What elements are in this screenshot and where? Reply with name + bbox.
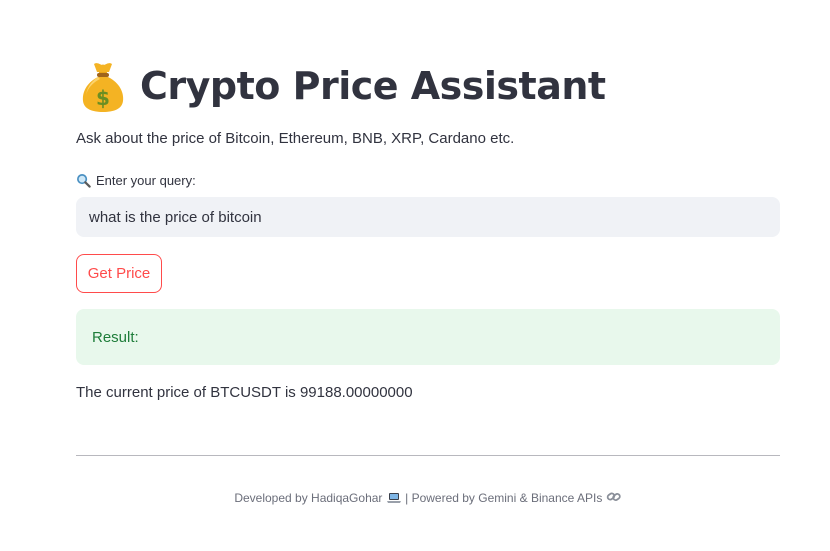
footer-developer-text: Developed by HadiqaGohar	[234, 491, 383, 505]
result-alert: Result:	[76, 309, 780, 365]
query-label-text: Enter your query:	[96, 173, 196, 188]
footer-powered-text: Powered by Gemini & Binance APIs	[411, 491, 603, 505]
magnifier-icon	[77, 174, 91, 188]
footer: Developed by HadiqaGohar | Powered by Ge…	[76, 490, 780, 505]
moneybag-icon: $	[82, 63, 124, 112]
divider	[76, 455, 780, 456]
page-subtitle: Ask about the price of Bitcoin, Ethereum…	[76, 130, 515, 147]
query-input[interactable]	[76, 197, 780, 237]
get-price-button[interactable]: Get Price	[76, 254, 162, 293]
page-title: Crypto Price Assistant	[140, 64, 606, 108]
price-result-text: The current price of BTCUSDT is 99188.00…	[76, 384, 413, 401]
result-label: Result:	[92, 328, 139, 346]
link-icon	[606, 492, 621, 501]
page-header: $ Crypto Price Assistant	[76, 58, 606, 114]
svg-text:$: $	[96, 86, 110, 110]
app-page: $ Crypto Price Assistant Ask about the p…	[0, 0, 830, 551]
laptop-icon	[386, 493, 401, 503]
query-label: Enter your query:	[76, 173, 196, 188]
